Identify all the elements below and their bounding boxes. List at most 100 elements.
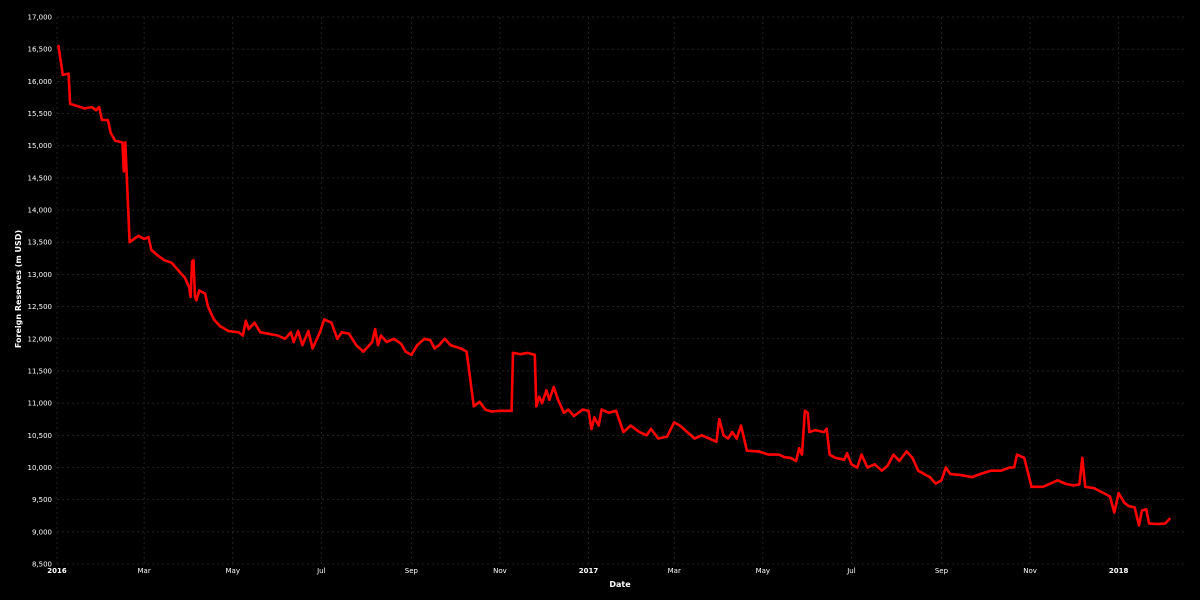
series-point bbox=[253, 321, 256, 324]
series-point bbox=[700, 434, 703, 437]
y-tick-label: 11,000 bbox=[28, 400, 53, 408]
series-point bbox=[147, 235, 150, 239]
series-point bbox=[940, 479, 943, 482]
series-point bbox=[1145, 508, 1148, 511]
series-point bbox=[362, 350, 365, 353]
series-point bbox=[970, 475, 974, 479]
series-point bbox=[649, 427, 653, 431]
y-tick-label: 17,000 bbox=[28, 14, 53, 22]
y-tick-label: 14,000 bbox=[28, 207, 53, 215]
y-tick-label: 10,000 bbox=[28, 464, 53, 472]
series-point bbox=[206, 305, 210, 308]
series-point bbox=[739, 424, 743, 427]
line-chart: 8,5009,0009,50010,00010,50011,00011,5001… bbox=[0, 0, 1200, 600]
x-tick-label: Mar bbox=[138, 567, 151, 575]
series-point bbox=[795, 459, 798, 463]
series-point bbox=[590, 427, 593, 431]
series-point bbox=[548, 398, 551, 402]
y-tick-label: 13,000 bbox=[28, 271, 53, 279]
series-point bbox=[68, 102, 72, 106]
series-point bbox=[244, 319, 247, 322]
series-point bbox=[57, 44, 60, 48]
series-point bbox=[429, 338, 432, 342]
x-tick-label: May bbox=[756, 567, 770, 575]
series-point bbox=[276, 334, 279, 337]
series-point bbox=[622, 430, 625, 434]
series-point bbox=[597, 424, 600, 427]
series-point bbox=[511, 351, 515, 355]
series-point bbox=[237, 331, 240, 334]
series-point bbox=[177, 270, 181, 273]
series-point bbox=[227, 329, 230, 333]
series-point bbox=[340, 331, 343, 334]
series-point bbox=[722, 434, 725, 437]
series-point bbox=[600, 408, 603, 411]
series-point bbox=[1147, 522, 1151, 525]
series-point bbox=[1084, 485, 1087, 488]
y-tick-label: 15,000 bbox=[28, 142, 53, 150]
series-point bbox=[423, 337, 426, 340]
series-point bbox=[873, 463, 876, 466]
series-point bbox=[195, 299, 198, 302]
series-point bbox=[828, 453, 831, 456]
series-point bbox=[1063, 482, 1067, 485]
series-point bbox=[567, 408, 570, 411]
series-point bbox=[212, 318, 216, 321]
x-tick-label: 2017 bbox=[579, 567, 599, 575]
series-point bbox=[911, 456, 914, 459]
series-point bbox=[400, 342, 403, 346]
series-point bbox=[392, 337, 396, 340]
series-point bbox=[540, 401, 544, 405]
series-point bbox=[109, 131, 112, 134]
series-point bbox=[1030, 485, 1033, 488]
series-point bbox=[323, 318, 326, 321]
series-point bbox=[113, 139, 117, 142]
series-point bbox=[960, 474, 963, 477]
x-axis-title: Date bbox=[609, 580, 631, 589]
series-point bbox=[545, 389, 548, 392]
series-point bbox=[1123, 501, 1126, 505]
series-point bbox=[124, 141, 127, 144]
series-point bbox=[607, 411, 611, 414]
series-point bbox=[834, 456, 837, 459]
series-point bbox=[593, 416, 596, 419]
series-point bbox=[562, 411, 566, 414]
series-point bbox=[797, 447, 801, 450]
series-point bbox=[745, 449, 749, 452]
series-point bbox=[949, 472, 952, 476]
series-point bbox=[1137, 524, 1141, 527]
series-point bbox=[163, 259, 166, 262]
series-point bbox=[989, 469, 992, 472]
series-point bbox=[886, 464, 889, 467]
series-point bbox=[1049, 482, 1052, 485]
series-point bbox=[806, 411, 809, 414]
series-point bbox=[944, 466, 947, 469]
series-point bbox=[311, 347, 314, 350]
series-point bbox=[61, 73, 64, 77]
series-point bbox=[860, 453, 863, 456]
series-point bbox=[106, 118, 110, 122]
series-point bbox=[715, 440, 718, 443]
series-point bbox=[822, 430, 825, 434]
series-point bbox=[657, 437, 660, 440]
series-point bbox=[1168, 517, 1171, 521]
series-point bbox=[757, 450, 760, 453]
series-point bbox=[142, 237, 146, 241]
series-point bbox=[808, 430, 811, 434]
x-tick-label: 2018 bbox=[1109, 567, 1129, 575]
series-point bbox=[484, 408, 487, 411]
x-tick-label: 2016 bbox=[47, 567, 67, 575]
series-point bbox=[347, 332, 351, 335]
series-point bbox=[533, 353, 536, 357]
series-point bbox=[843, 458, 846, 461]
series-point bbox=[355, 344, 358, 347]
series-point bbox=[100, 118, 104, 122]
series-point bbox=[404, 350, 407, 353]
series-point bbox=[449, 344, 452, 347]
series-point bbox=[693, 437, 696, 440]
series-point bbox=[189, 295, 192, 299]
series-point bbox=[330, 321, 333, 324]
series-point bbox=[519, 353, 522, 356]
series-point bbox=[979, 472, 982, 476]
series-point bbox=[1078, 483, 1081, 486]
